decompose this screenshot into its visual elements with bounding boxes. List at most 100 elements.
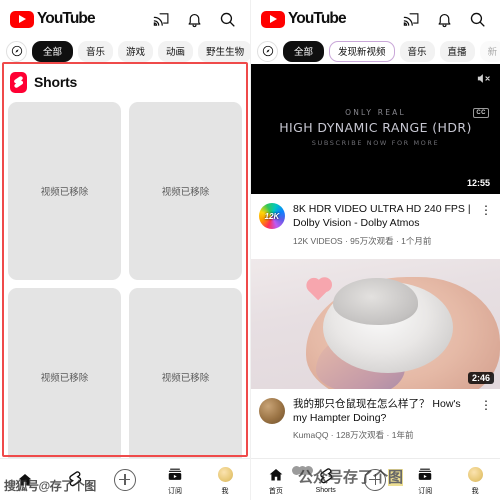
- shorts-card[interactable]: 视频已移除: [129, 102, 242, 280]
- chip-animation[interactable]: 动画: [158, 40, 194, 62]
- top-actions: [153, 11, 240, 28]
- left-filter-chips[interactable]: 全部 音乐 游戏 动画 野生生物: [0, 38, 250, 64]
- nav-home-label: 首页: [268, 487, 283, 495]
- youtube-wordmark: YouTube: [37, 10, 96, 27]
- nav-home[interactable]: [0, 471, 50, 491]
- thumbnail-overlay-text: ONLY REAL HIGH DYNAMIC RANGE (HDR) SUBSC…: [251, 108, 500, 147]
- chip-live[interactable]: 直播: [439, 40, 475, 62]
- compass-icon: [11, 45, 22, 57]
- chip-wildlife[interactable]: 野生生物: [198, 40, 250, 62]
- more-options-icon[interactable]: ⋮: [480, 203, 492, 247]
- top-bar: YouTube: [251, 0, 500, 38]
- more-options-icon[interactable]: ⋮: [480, 398, 492, 442]
- overlay-line-3: SUBSCRIBE NOW FOR MORE: [311, 139, 440, 147]
- shorts-card-label: 视频已移除: [40, 373, 89, 384]
- video-text-block: 我的那只仓鼠现在怎么样了？ How's my Hampter Doing? Ku…: [293, 398, 472, 442]
- nav-shorts[interactable]: [50, 471, 100, 491]
- avatar-icon: [467, 466, 483, 484]
- shorts-card-label: 视频已移除: [161, 373, 210, 384]
- video-item[interactable]: ONLY REAL HIGH DYNAMIC RANGE (HDR) SUBSC…: [251, 64, 500, 259]
- shorts-shelf: Shorts 视频已移除 视频已移除 视频已移除 视频已移除: [0, 64, 250, 466]
- left-screenshot-pane: YouTube 全部 音乐 游戏 动画 野生生物 Shorts 视频已移除 视频…: [0, 0, 250, 500]
- cast-icon[interactable]: [403, 11, 420, 28]
- channel-avatar[interactable]: 12K: [259, 203, 285, 229]
- youtube-wordmark: YouTube: [288, 10, 347, 27]
- right-screenshot-pane: YouTube 全部 发现新视频 音乐 直播 新 ONLY REAL HIGH …: [250, 0, 500, 500]
- video-item[interactable]: 2:46 我的那只仓鼠现在怎么样了？ How's my Hampter Doin…: [251, 258, 500, 454]
- chip-gaming[interactable]: 游戏: [118, 40, 154, 62]
- video-thumbnail[interactable]: ONLY REAL HIGH DYNAMIC RANGE (HDR) SUBSC…: [251, 64, 500, 194]
- nav-subscriptions[interactable]: 订阅: [400, 466, 450, 496]
- shorts-icon: [319, 467, 333, 485]
- nav-subscriptions-label: 订阅: [418, 487, 433, 495]
- plus-icon: [114, 468, 136, 491]
- avatar-icon: [217, 466, 233, 484]
- cc-badge[interactable]: CC: [473, 108, 489, 118]
- heart-sticker-icon: [307, 280, 329, 301]
- cast-icon[interactable]: [153, 11, 170, 28]
- chip-music[interactable]: 音乐: [399, 40, 435, 62]
- search-icon[interactable]: [469, 11, 486, 28]
- right-bottom-nav[interactable]: 首页 Shorts 订阅 我: [251, 458, 500, 500]
- shorts-shelf-header: Shorts: [8, 68, 242, 96]
- video-thumbnail[interactable]: 2:46: [251, 258, 500, 389]
- overlay-line-1: ONLY REAL: [345, 108, 406, 117]
- shorts-icon: [10, 71, 27, 93]
- nav-subscriptions[interactable]: 订阅: [150, 466, 200, 496]
- nav-you-label: 我: [471, 487, 479, 495]
- shorts-card-label: 视频已移除: [40, 187, 89, 198]
- top-actions: [403, 11, 490, 28]
- video-title: 我的那只仓鼠现在怎么样了？ How's my Hampter Doing?: [293, 397, 461, 424]
- subscriptions-icon: [167, 466, 183, 484]
- nav-subscriptions-label: 订阅: [168, 487, 182, 495]
- right-filter-chips[interactable]: 全部 发现新视频 音乐 直播 新: [251, 38, 500, 64]
- nav-create[interactable]: [100, 468, 150, 491]
- shorts-card[interactable]: 视频已移除: [8, 102, 121, 280]
- shorts-card[interactable]: 视频已移除: [129, 288, 242, 466]
- video-subtitle: 12K VIDEOS · 95万次观看 · 1个月前: [293, 235, 432, 246]
- left-bottom-nav[interactable]: 订阅 我: [0, 458, 250, 500]
- bell-icon[interactable]: [436, 11, 453, 28]
- chip-all[interactable]: 全部: [32, 40, 74, 62]
- chip-discover-new[interactable]: 发现新视频: [329, 40, 395, 62]
- nav-you[interactable]: 我: [450, 466, 500, 496]
- chip-music[interactable]: 音乐: [78, 40, 114, 62]
- youtube-logo[interactable]: YouTube: [261, 10, 347, 28]
- avatar-label: 12K: [264, 211, 280, 221]
- chip-all[interactable]: 全部: [283, 40, 325, 62]
- plus-icon: [364, 468, 387, 491]
- bell-icon[interactable]: [186, 11, 203, 28]
- shorts-card-grid: 视频已移除 视频已移除 视频已移除 视频已移除: [8, 102, 242, 466]
- home-icon: [17, 471, 33, 489]
- shorts-glyph-icon: [14, 75, 23, 88]
- shorts-card[interactable]: 视频已移除: [8, 288, 121, 466]
- nav-you-label: 我: [221, 487, 229, 495]
- chip-overflow[interactable]: 新: [479, 40, 500, 62]
- overlay-line-2: HIGH DYNAMIC RANGE (HDR): [279, 120, 472, 135]
- youtube-logo[interactable]: YouTube: [10, 10, 96, 28]
- nav-you[interactable]: 我: [200, 466, 250, 496]
- muted-speaker-icon[interactable]: [476, 71, 491, 86]
- thumbnail-art-hamster-head: [333, 278, 418, 326]
- search-icon[interactable]: [219, 11, 236, 28]
- watermark-bubbles-icon: [292, 462, 313, 480]
- nav-shorts-label: Shorts: [315, 487, 336, 494]
- video-duration: 2:46: [467, 371, 494, 384]
- nav-create[interactable]: [351, 468, 401, 491]
- shorts-shelf-title: Shorts: [34, 74, 78, 90]
- comparison-stage: YouTube 全部 音乐 游戏 动画 野生生物 Shorts 视频已移除 视频…: [0, 0, 500, 500]
- shorts-icon: [68, 471, 82, 489]
- top-bar: YouTube: [0, 0, 250, 38]
- video-subtitle: KumaQQ · 128万次观看 · 1年前: [293, 430, 414, 441]
- video-meta: 12K 8K HDR VIDEO ULTRA HD 240 FPS | Dolb…: [251, 194, 500, 259]
- youtube-play-icon: [261, 10, 285, 28]
- shorts-card-label: 视频已移除: [161, 187, 210, 198]
- video-text-block: 8K HDR VIDEO ULTRA HD 240 FPS | Dolby Vi…: [293, 203, 472, 247]
- video-duration: 12:55: [462, 177, 494, 189]
- home-icon: [268, 466, 284, 484]
- chip-compass[interactable]: [6, 40, 27, 62]
- subscriptions-icon: [417, 466, 433, 484]
- video-title: 8K HDR VIDEO ULTRA HD 240 FPS | Dolby Vi…: [293, 203, 471, 229]
- chip-compass[interactable]: [257, 40, 278, 62]
- channel-avatar[interactable]: [259, 397, 285, 424]
